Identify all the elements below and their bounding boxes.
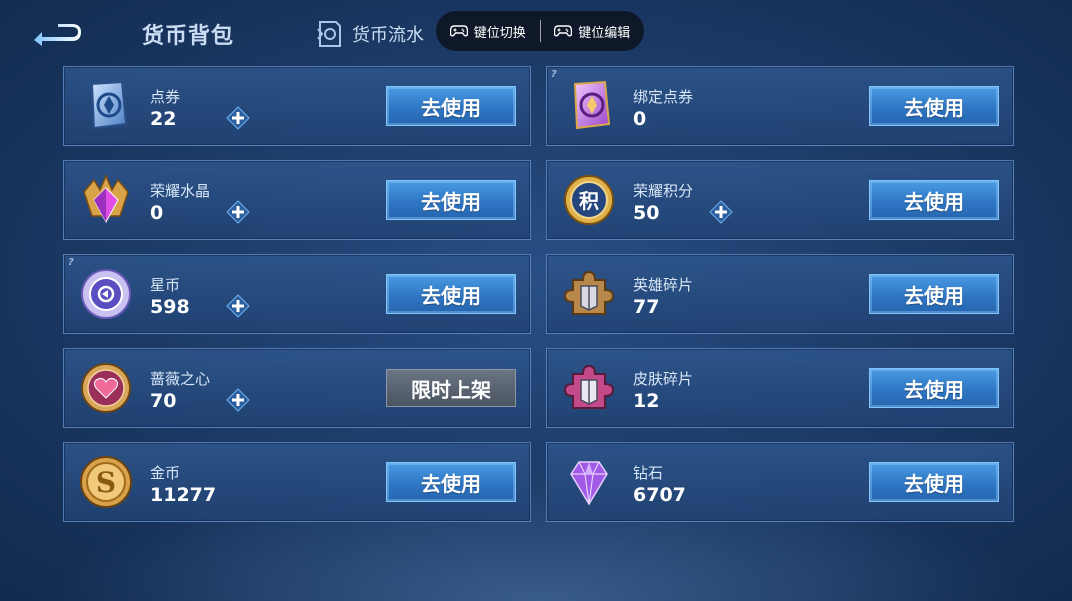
currency-amount: 77: [633, 296, 660, 318]
currency-card-glory-points: 积 荣耀积分 50 去使用: [546, 160, 1014, 240]
currency-name: 点券: [150, 88, 181, 106]
currency-name: 金币: [150, 464, 181, 482]
diamond-icon: [561, 454, 617, 510]
use-button[interactable]: 去使用: [386, 274, 516, 314]
currency-name: 皮肤碎片: [633, 370, 694, 388]
currency-card-gold-coin: S 金币 11277 去使用: [63, 442, 531, 522]
currency-name: 钻石: [633, 464, 664, 482]
use-button[interactable]: 去使用: [386, 180, 516, 220]
currency-flow-tab[interactable]: 货币流水: [316, 16, 424, 52]
currency-card-bound-coupon: ? 绑定点券 0 去使用: [546, 66, 1014, 146]
use-button[interactable]: 去使用: [386, 86, 516, 126]
plus-icon: [226, 294, 250, 318]
add-glory-points-button[interactable]: [709, 200, 733, 224]
hero-fragment-icon: [561, 266, 617, 322]
points-glyph: 积: [579, 189, 599, 213]
back-button[interactable]: [28, 20, 84, 50]
page-title: 货币背包: [142, 24, 235, 49]
gamepad-icon: [449, 25, 468, 37]
currency-name: 荣耀积分: [633, 182, 694, 200]
use-button[interactable]: 去使用: [386, 462, 516, 502]
rose-heart-icon: [78, 360, 134, 416]
currency-card-glory-crystal: 荣耀水晶 0 去使用: [63, 160, 531, 240]
use-button[interactable]: 去使用: [869, 462, 999, 502]
star-coin-icon: [78, 266, 134, 322]
add-glory-crystal-button[interactable]: [226, 200, 250, 224]
plus-icon: [709, 200, 733, 224]
plus-icon: [226, 200, 250, 224]
currency-amount: 0: [633, 108, 647, 130]
key-switch-button[interactable]: 键位切换: [436, 11, 540, 51]
gold-coin-icon: S: [78, 454, 134, 510]
key-edit-label: 键位编辑: [578, 25, 631, 41]
skin-fragment-icon: [561, 360, 617, 416]
currency-amount: 70: [150, 390, 177, 412]
bound-coupon-icon: [561, 78, 617, 134]
currency-amount: 22: [150, 108, 177, 130]
currency-card-coupon: 点券 22 去使用: [63, 66, 531, 146]
currency-name: 蔷薇之心: [150, 370, 211, 388]
glory-points-icon: 积: [561, 172, 617, 228]
currency-amount: 50: [633, 202, 660, 224]
currency-name: 星币: [150, 276, 181, 294]
currency-card-diamond: 钻石 6707 去使用: [546, 442, 1014, 522]
currency-card-skin-fragment: 皮肤碎片 12 去使用: [546, 348, 1014, 428]
key-mapping-toolbar: 键位切换 键位编辑: [436, 11, 644, 51]
plus-icon: [226, 388, 250, 412]
ledger-icon: [317, 21, 341, 47]
limited-time-badge: 限时上架: [386, 369, 516, 407]
plus-icon: [226, 106, 250, 130]
gamepad-icon: [554, 25, 573, 37]
currency-card-rose-heart: 蔷薇之心 70 限时上架: [63, 348, 531, 428]
add-rose-heart-button[interactable]: [226, 388, 250, 412]
coupon-icon: [78, 78, 134, 134]
add-star-coin-button[interactable]: [226, 294, 250, 318]
currency-amount: 0: [150, 202, 164, 224]
glory-crystal-icon: [78, 172, 134, 228]
key-edit-button[interactable]: 键位编辑: [541, 11, 645, 51]
currency-name: 绑定点券: [633, 88, 694, 106]
coin-glyph: S: [96, 466, 116, 499]
currency-amount: 598: [150, 296, 190, 318]
use-button[interactable]: 去使用: [869, 180, 999, 220]
currency-name: 荣耀水晶: [150, 182, 211, 200]
use-button[interactable]: 去使用: [869, 368, 999, 408]
use-button[interactable]: 去使用: [869, 86, 999, 126]
currency-card-star-coin: ? 星币 598 去使用: [63, 254, 531, 334]
currency-name: 英雄碎片: [633, 276, 694, 294]
key-switch-label: 键位切换: [473, 25, 526, 41]
currency-card-hero-fragment: 英雄碎片 77 去使用: [546, 254, 1014, 334]
currency-amount: 6707: [633, 484, 686, 506]
currency-flow-label: 货币流水: [352, 25, 424, 46]
add-coupon-button[interactable]: [226, 106, 250, 130]
use-button[interactable]: 去使用: [869, 274, 999, 314]
currency-amount: 12: [633, 390, 660, 412]
currency-amount: 11277: [150, 484, 217, 506]
